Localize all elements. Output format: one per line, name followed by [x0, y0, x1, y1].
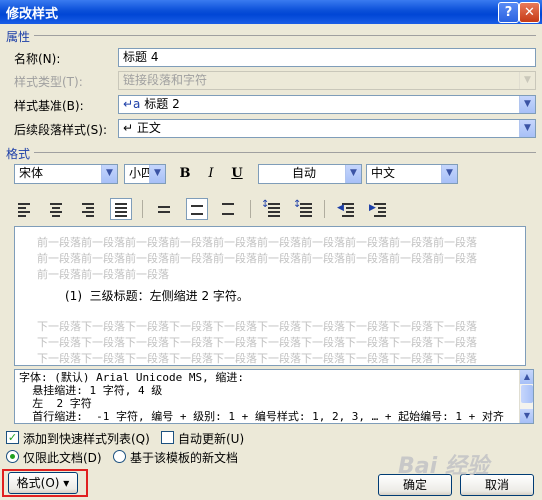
- only-this-document-label: 仅限此文档(D): [23, 451, 102, 465]
- based-on-select[interactable]: ↵a 标题 2: [118, 95, 536, 114]
- properties-section-label: 属性: [6, 30, 31, 44]
- align-left-icon[interactable]: [14, 198, 36, 220]
- font-dropdown-icon[interactable]: ▼: [101, 165, 117, 183]
- title-bar: [0, 0, 542, 24]
- add-quick-style-label: 添加到快速样式列表(Q): [23, 432, 150, 446]
- scroll-up-icon[interactable]: ▲: [520, 370, 533, 384]
- italic-button[interactable]: I: [201, 164, 221, 184]
- double-spacing-icon[interactable]: [218, 198, 240, 220]
- watermark: Bai 经验: [398, 454, 489, 479]
- font-color-dropdown-icon[interactable]: ▼: [345, 165, 361, 183]
- format-section-label: 格式: [6, 147, 31, 161]
- description-line: 字体: (默认) Arial Unicode MS, 缩进:: [19, 371, 244, 384]
- align-right-icon[interactable]: [78, 198, 100, 220]
- script-dropdown-icon[interactable]: ▼: [441, 165, 457, 183]
- style-type-select: 链接段落和字符: [118, 71, 536, 90]
- style-type-dropdown-icon: ▼: [519, 72, 535, 89]
- preview-previous-line: 前一段落前一段落前一段落前一段落前一段落前一段落前一段落前一段落前一段落前一段落: [37, 236, 477, 249]
- toolbar-separator: [250, 200, 251, 218]
- font-color-value: 自动: [291, 166, 316, 180]
- preview-next-line: 下一段落下一段落下一段落下一段落下一段落下一段落下一段落下一段落下一段落下一段落: [37, 320, 477, 333]
- description-line: 左 2 字符: [19, 397, 92, 410]
- description-scrollbar[interactable]: ▲ ▼: [519, 370, 533, 423]
- auto-update-label: 自动更新(U): [178, 432, 245, 446]
- auto-update-checkbox[interactable]: [161, 431, 174, 444]
- format-divider: [34, 152, 536, 153]
- preview-previous-line: 前一段落前一段落前一段落: [37, 268, 169, 281]
- template-label: 基于该模板的新文档: [130, 451, 239, 465]
- scroll-down-icon[interactable]: ▼: [520, 409, 533, 423]
- toolbar-separator: [324, 200, 325, 218]
- style-type-value: 链接段落和字符: [123, 73, 208, 87]
- align-center-icon[interactable]: [46, 198, 68, 220]
- based-on-label: 样式基准(B):: [14, 99, 84, 113]
- add-quick-style-checkbox[interactable]: ✓: [6, 431, 19, 444]
- next-style-dropdown-icon[interactable]: ▼: [519, 120, 535, 137]
- script-value: 中文: [371, 166, 396, 180]
- template-radio[interactable]: [113, 450, 126, 463]
- next-style-select[interactable]: ↵ 正文: [118, 119, 536, 138]
- style-preview: 前一段落前一段落前一段落前一段落前一段落前一段落前一段落前一段落前一段落前一段落…: [14, 226, 526, 366]
- size-dropdown-icon[interactable]: ▼: [149, 165, 165, 183]
- paragraph-style-icon: ↵a: [123, 97, 141, 111]
- increase-indent-icon[interactable]: ▶: [368, 198, 390, 220]
- increase-paragraph-spacing-icon[interactable]: ↕: [260, 198, 282, 220]
- based-on-value: 标题 2: [144, 97, 180, 111]
- based-on-dropdown-icon[interactable]: ▼: [519, 96, 535, 113]
- name-label: 名称(N):: [14, 52, 61, 66]
- next-style-label: 后续段落样式(S):: [14, 123, 108, 137]
- preview-sample-text: (1) 三级标题：左侧缩进 2 字符。: [65, 289, 249, 303]
- one-half-spacing-icon[interactable]: [186, 198, 208, 220]
- format-menu-button[interactable]: 格式(O) ▾: [8, 472, 78, 494]
- style-type-label: 样式类型(T):: [14, 75, 83, 89]
- decrease-paragraph-spacing-icon[interactable]: ↕: [292, 198, 314, 220]
- close-button[interactable]: ✕: [519, 2, 540, 23]
- next-style-value: 正文: [136, 121, 161, 135]
- underline-button[interactable]: U: [227, 164, 247, 184]
- properties-divider: [34, 35, 536, 36]
- description-line: 首行缩进: -1 字符, 编号 + 级别: 1 + 编号样式: 1, 2, 3,…: [19, 410, 504, 423]
- decrease-indent-icon[interactable]: ◀: [336, 198, 358, 220]
- toolbar-separator: [142, 200, 143, 218]
- description-line: 悬挂缩进: 1 字符, 4 级: [19, 384, 163, 397]
- paragraph-mark-icon: ↵: [123, 121, 134, 135]
- window-title: 修改样式: [6, 7, 59, 22]
- bold-button[interactable]: B: [175, 164, 195, 184]
- only-this-document-radio[interactable]: [6, 450, 19, 463]
- justify-icon[interactable]: [110, 198, 132, 220]
- preview-previous-line: 前一段落前一段落前一段落前一段落前一段落前一段落前一段落前一段落前一段落前一段落: [37, 252, 477, 265]
- scroll-thumb[interactable]: [521, 385, 533, 403]
- name-field[interactable]: 标题 4: [118, 48, 536, 67]
- preview-next-line: 下一段落下一段落下一段落下一段落下一段落下一段落下一段落下一段落下一段落下一段落: [37, 352, 477, 365]
- font-value: 宋体: [19, 166, 44, 180]
- preview-next-line: 下一段落下一段落下一段落下一段落下一段落下一段落下一段落下一段落下一段落下一段落: [37, 336, 477, 349]
- help-button[interactable]: ?: [498, 2, 519, 23]
- single-spacing-icon[interactable]: [154, 198, 176, 220]
- style-description: 字体: (默认) Arial Unicode MS, 缩进: 悬挂缩进: 1 字…: [14, 369, 534, 424]
